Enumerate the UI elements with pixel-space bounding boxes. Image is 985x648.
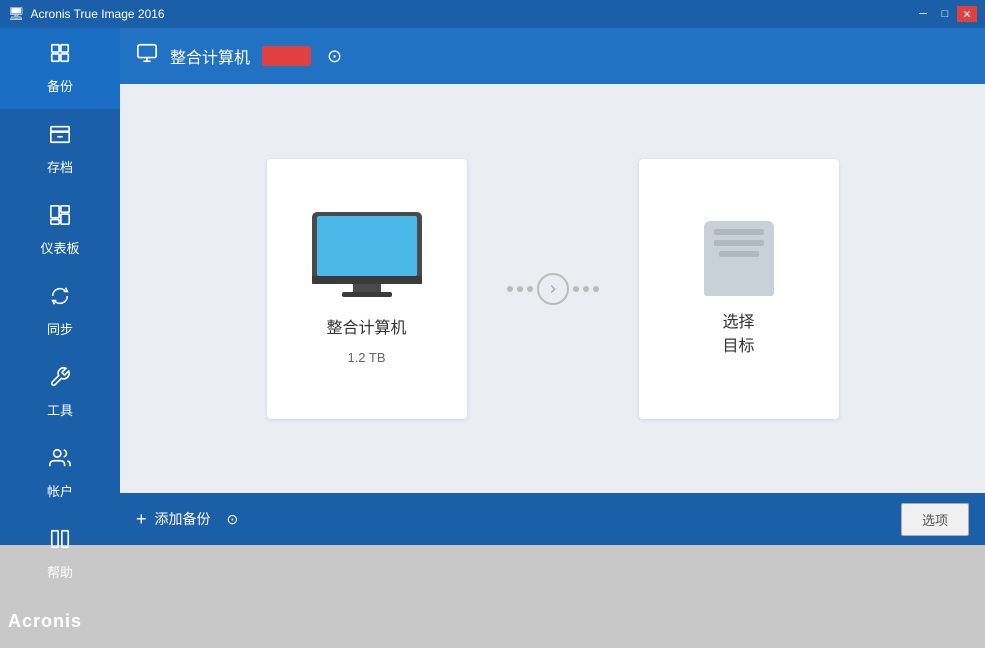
titlebar: 🖥 Acronis True Image 2016 ─ □ ✕ [0,0,985,28]
titlebar-controls: ─ □ ✕ [913,6,977,22]
options-button[interactable]: 选项 [901,503,969,536]
sidebar: 备份 存档 仪表板 [0,28,120,545]
sidebar-item-account[interactable]: 帐户 [0,433,120,514]
topbar-monitor-icon [136,42,158,70]
arrow-circle [537,273,569,305]
sidebar-label-archive: 存档 [47,157,73,176]
sidebar-label-backup: 备份 [47,76,73,95]
add-backup-button[interactable]: + 添加备份 ⊙ [136,509,238,530]
plus-icon: + [136,509,147,530]
source-card-title: 整合计算机 [326,314,406,338]
sidebar-item-dashboard[interactable]: 仪表板 [0,190,120,271]
sidebar-label-tools: 工具 [47,400,73,419]
drive-stripe2 [714,240,764,246]
topbar-title: 整合计算机 [170,44,250,68]
source-card[interactable]: 整合计算机 1.2 TB [267,159,467,419]
app-title: Acronis True Image 2016 [31,7,165,21]
dot5 [583,286,589,292]
main-area: 整合计算机 ⊙ 整合计算机 1.2 TB [120,28,985,545]
target-card[interactable]: 选择 目标 [639,159,839,419]
monitor-image [312,212,422,302]
dashboard-icon [49,204,71,232]
topbar: 整合计算机 ⊙ [120,28,985,84]
maximize-button[interactable]: □ [935,6,955,22]
drive-image [704,221,774,296]
sync-icon [49,285,71,313]
dot3 [527,286,533,292]
sidebar-item-help[interactable]: 帮助 [0,514,120,595]
sidebar-label-dashboard: 仪表板 [40,238,79,257]
dot2 [517,286,523,292]
bottombar-chevron-icon: ⊙ [227,511,239,528]
tools-icon [49,366,71,394]
target-card-line1: 选择 目标 [722,308,754,356]
bottombar: + 添加备份 ⊙ 选项 [120,493,985,545]
add-backup-label: 添加备份 [155,509,211,529]
sidebar-item-backup[interactable]: 备份 [0,28,120,109]
app-icon: 🖥 [8,6,25,22]
help-icon [49,528,71,556]
app-body: 备份 存档 仪表板 [0,28,985,545]
backup-icon [49,42,71,70]
topbar-badge [262,46,311,66]
sidebar-item-sync[interactable]: 同步 [0,271,120,352]
account-icon [49,447,71,475]
minimize-button[interactable]: ─ [913,6,933,22]
titlebar-left: 🖥 Acronis True Image 2016 [8,6,165,22]
sidebar-label-sync: 同步 [47,319,73,338]
sidebar-label-account: 帐户 [47,481,73,500]
sidebar-logo-area: Acronis [0,595,120,648]
topbar-chevron-icon[interactable]: ⊙ [327,46,342,67]
sidebar-item-tools[interactable]: 工具 [0,352,120,433]
bottombar-right: 选项 [901,503,969,536]
sidebar-label-help: 帮助 [47,562,73,581]
source-card-subtitle: 1.2 TB [347,350,385,365]
acronis-logo: Acronis [8,611,112,632]
drive-stripe1 [714,229,764,235]
dot6 [593,286,599,292]
archive-icon [49,123,71,151]
arrow-connector [507,273,599,305]
sidebar-item-archive[interactable]: 存档 [0,109,120,190]
content-area: 整合计算机 1.2 TB [120,84,985,493]
close-button[interactable]: ✕ [957,6,977,22]
dot1 [507,286,513,292]
drive-stripe3 [719,251,759,257]
dot4 [573,286,579,292]
